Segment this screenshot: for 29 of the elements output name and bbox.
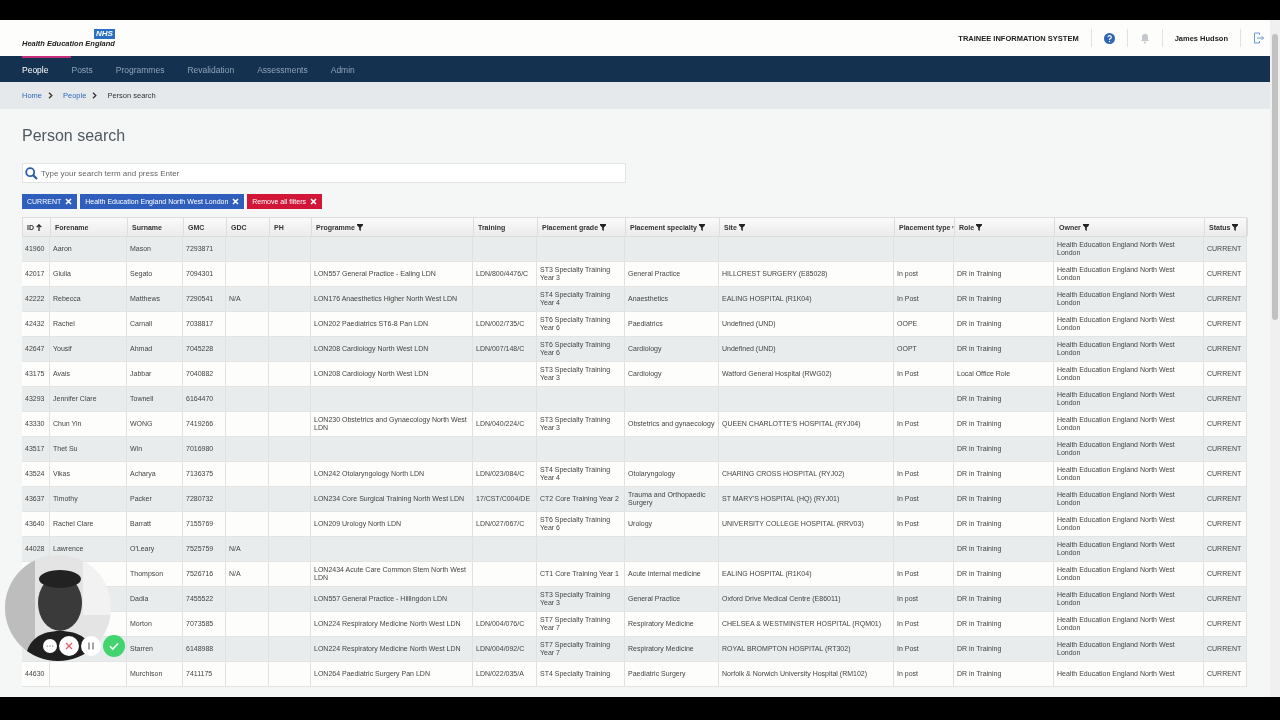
logo-badge: NHS <box>94 28 115 39</box>
nav-tab[interactable]: Revalidation <box>187 56 258 82</box>
nav-tab[interactable]: Programmes <box>115 56 188 82</box>
nav-tab[interactable]: Assessments <box>257 56 331 82</box>
pause-icon[interactable] <box>81 636 101 656</box>
filter-icon <box>600 223 607 231</box>
nav-tab[interactable]: Posts <box>71 56 116 82</box>
filter-icon <box>1232 223 1239 231</box>
check-icon[interactable] <box>103 635 125 657</box>
filter-icon <box>698 223 705 231</box>
search-icon <box>25 166 38 180</box>
chevron-icon <box>92 92 98 99</box>
filter-icon <box>976 223 983 231</box>
close-icon <box>232 198 240 205</box>
filter-icon <box>738 223 745 231</box>
close-icon <box>310 198 317 205</box>
scrollbar[interactable] <box>1270 20 1280 697</box>
help-icon[interactable] <box>1103 32 1115 44</box>
logout-icon[interactable] <box>1253 32 1264 44</box>
close-icon <box>65 198 73 205</box>
chevron-icon <box>48 92 53 99</box>
sort-arrow-icon <box>36 223 42 231</box>
page-title: Person search <box>22 127 127 145</box>
filter-icon <box>1082 223 1089 231</box>
search-field[interactable]: Type your search term and press Enter <box>22 163 626 183</box>
filter-icon <box>356 223 363 231</box>
close-icon[interactable] <box>59 636 79 656</box>
nav-tab[interactable]: Admin <box>330 56 378 82</box>
more-icon[interactable] <box>43 639 57 653</box>
